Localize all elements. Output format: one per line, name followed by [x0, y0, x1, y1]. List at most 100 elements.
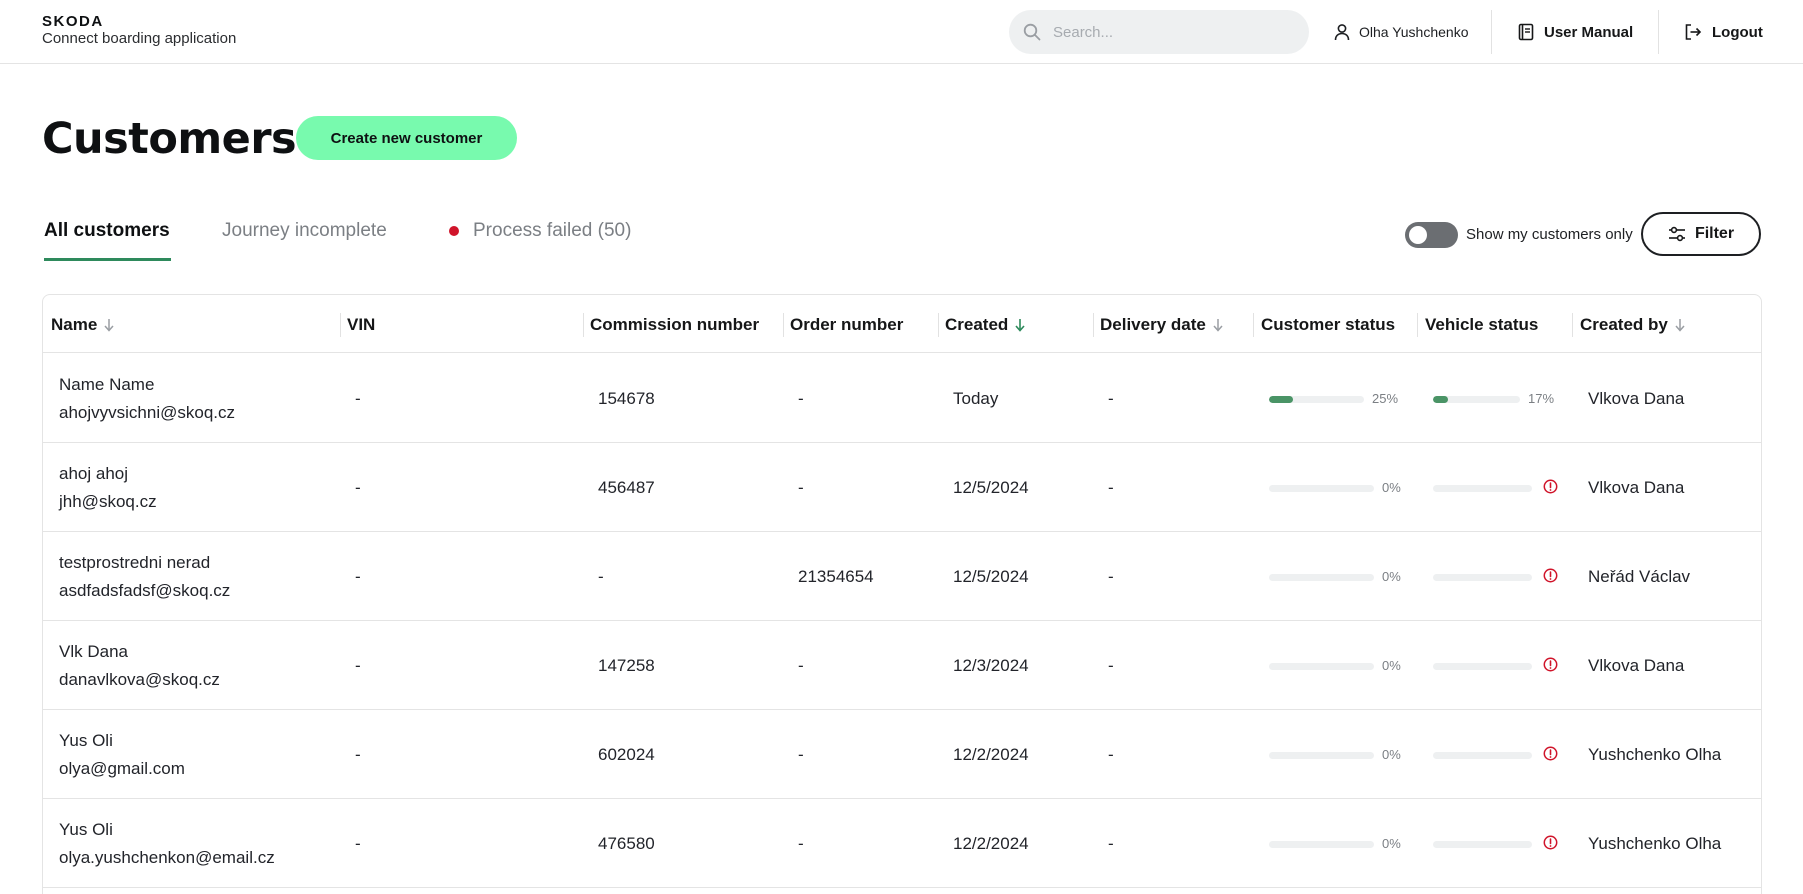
vehicle-status-bar: [1433, 485, 1532, 492]
vehicle-status-bar: [1433, 663, 1532, 670]
customer-name: Vlk Dana: [59, 642, 128, 661]
search-box[interactable]: [1009, 10, 1309, 54]
error-icon[interactable]: [1543, 835, 1558, 850]
search-icon: [1023, 23, 1041, 41]
column-header-vin: VIN: [347, 313, 375, 337]
error-icon[interactable]: [1543, 568, 1558, 583]
customer-name: Yus Oli: [59, 731, 113, 750]
my-customers-toggle[interactable]: [1405, 222, 1458, 248]
created-by-cell: Yushchenko Olha: [1588, 745, 1722, 764]
user-profile[interactable]: Olha Yushchenko: [1333, 20, 1469, 44]
toggle-label: Show my customers only: [1466, 226, 1633, 243]
order-cell: -: [798, 389, 804, 408]
create-customer-button[interactable]: Create new customer: [296, 116, 517, 160]
table-row[interactable]: ahoj ahoj jhh@skoq.cz - 456487 - 12/5/20…: [43, 443, 1761, 532]
column-label: Order number: [790, 315, 904, 334]
table-row[interactable]: Yus Oli olya.yushchenkon@email.cz - 4765…: [43, 799, 1761, 888]
table-row[interactable]: Yus Oli olya@gmail.com - 602024 - 12/2/2…: [43, 710, 1761, 799]
table-row[interactable]: testprostredni nerad asdfadsfadsf@skoq.c…: [43, 532, 1761, 621]
vin-cell: -: [355, 478, 361, 497]
app-name: Connect boarding application: [42, 30, 237, 47]
delivery-cell: -: [1108, 389, 1114, 408]
column-label: Created: [945, 315, 1009, 334]
created-cell: 12/3/2024: [953, 656, 1029, 675]
order-cell: -: [798, 834, 804, 853]
column-header-created-by[interactable]: Created by: [1580, 313, 1686, 337]
tab-process-failed[interactable]: Process failed (50): [473, 218, 631, 244]
user-manual-link[interactable]: User Manual: [1518, 20, 1633, 44]
customer-name: Yus Oli: [59, 820, 113, 839]
commission-cell: 154678: [598, 389, 655, 408]
book-icon: [1518, 23, 1534, 41]
vin-cell: -: [355, 656, 361, 675]
column-label: Name: [51, 315, 98, 334]
user-icon: [1334, 24, 1350, 41]
column-header-created[interactable]: Created: [945, 313, 1026, 337]
created-cell: 12/2/2024: [953, 834, 1029, 853]
alert-dot-icon: [449, 226, 459, 236]
error-icon[interactable]: [1543, 479, 1558, 494]
tab-all-customers[interactable]: All customers: [44, 218, 170, 244]
column-header-name[interactable]: Name: [51, 313, 115, 337]
customer-status-percent: 0%: [1382, 480, 1401, 495]
created-by-cell: Yushchenko Olha: [1588, 834, 1722, 853]
column-label: Customer status: [1261, 315, 1396, 334]
column-header-delivery[interactable]: Delivery date: [1100, 313, 1224, 337]
sort-arrow-active-icon: [1015, 319, 1025, 332]
created-cell: Today: [953, 389, 999, 408]
search-input[interactable]: [1053, 23, 1293, 41]
customers-table: Name VIN Commission number Order number …: [42, 294, 1762, 894]
vin-cell: -: [355, 567, 361, 586]
table-row[interactable]: Vlk Dana danavlkova@skoq.cz - 147258 - 1…: [43, 621, 1761, 710]
delivery-cell: -: [1108, 834, 1114, 853]
customer-status-percent: 0%: [1382, 569, 1401, 584]
column-divider: [783, 313, 784, 337]
table-header: Name VIN Commission number Order number …: [43, 295, 1761, 353]
column-divider: [1417, 313, 1418, 337]
brand[interactable]: SKODA Connect boarding application: [42, 14, 236, 48]
table-row[interactable]: Name Name ahojvyvsichni@skoq.cz - 154678…: [43, 354, 1761, 443]
customer-status-bar: [1269, 396, 1364, 403]
order-cell: -: [798, 745, 804, 764]
tab-journey-incomplete[interactable]: Journey incomplete: [222, 218, 387, 244]
commission-cell: 476580: [598, 834, 655, 853]
customer-status-bar: [1269, 841, 1374, 848]
top-bar: SKODA Connect boarding application Olha …: [0, 0, 1803, 64]
customer-name: ahoj ahoj: [59, 464, 129, 483]
created-by-cell: Vlkova Dana: [1588, 389, 1685, 408]
customer-name: testprostredni nerad: [59, 553, 211, 572]
delivery-cell: -: [1108, 745, 1114, 764]
column-label: Delivery date: [1100, 315, 1206, 334]
sort-arrow-icon: [1213, 319, 1223, 332]
customer-status-percent: 0%: [1382, 747, 1401, 762]
order-cell: 21354654: [798, 567, 874, 586]
vin-cell: -: [355, 389, 361, 408]
customer-email: olya@gmail.com: [59, 759, 185, 778]
delivery-cell: -: [1108, 567, 1114, 586]
customer-status-bar: [1269, 485, 1374, 492]
order-cell: -: [798, 656, 804, 675]
vehicle-status-fill: [1433, 396, 1448, 403]
commission-cell: -: [598, 567, 604, 586]
vehicle-status-bar: [1433, 752, 1532, 759]
logout-button[interactable]: Logout: [1684, 20, 1763, 44]
vin-cell: -: [355, 745, 361, 764]
created-by-cell: Vlkova Dana: [1588, 656, 1685, 675]
filter-button[interactable]: Filter: [1641, 212, 1761, 256]
created-cell: 12/5/2024: [953, 567, 1029, 586]
column-label: VIN: [347, 315, 376, 334]
vehicle-status-bar: [1433, 574, 1532, 581]
header-divider: [1658, 10, 1659, 54]
column-header-vehicle-status: Vehicle status: [1425, 313, 1538, 337]
customer-status-percent: 25%: [1372, 391, 1399, 406]
error-icon[interactable]: [1543, 657, 1558, 672]
sort-arrow-icon: [1675, 319, 1685, 332]
order-cell: -: [798, 478, 804, 497]
filter-label: Filter: [1694, 225, 1735, 242]
error-icon[interactable]: [1543, 746, 1558, 761]
customer-status-bar: [1269, 663, 1374, 670]
customer-status-fill: [1269, 396, 1293, 403]
customer-email: asdfadsfadsf@skoq.cz: [59, 581, 231, 600]
commission-cell: 456487: [598, 478, 655, 497]
customer-email: danavlkova@skoq.cz: [59, 670, 220, 689]
